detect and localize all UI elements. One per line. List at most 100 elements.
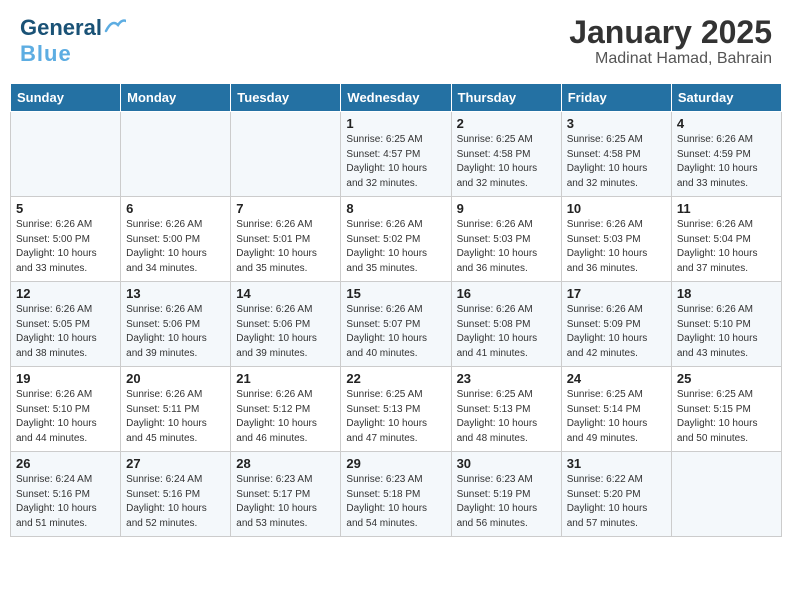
weekday-header-thursday: Thursday <box>451 84 561 112</box>
day-info: Sunrise: 6:26 AM Sunset: 5:06 PM Dayligh… <box>126 303 225 361</box>
calendar-cell: 21 Sunrise: 6:26 AM Sunset: 5:12 PM Dayli… <box>231 367 341 452</box>
day-number: 6 <box>126 201 225 216</box>
calendar-cell <box>121 112 231 197</box>
weekday-header-monday: Monday <box>121 84 231 112</box>
calendar-cell <box>671 452 781 537</box>
calendar-cell <box>231 112 341 197</box>
calendar-cell: 16Sunrise: 6:26 AM Sunset: 5:08 PM Dayli… <box>451 282 561 367</box>
calendar-week-row: 19Sunrise: 6:26 AM Sunset: 5:10 PM Dayli… <box>11 367 782 452</box>
calendar-week-row: 26 Sunrise: 6:24 AM Sunset: 5:16 PM Dayli… <box>11 452 782 537</box>
day-info: Sunrise: 6:26 AM Sunset: 5:03 PM Dayligh… <box>457 218 556 276</box>
calendar-cell: 11 Sunrise: 6:26 AM Sunset: 5:04 PM Dayli… <box>671 197 781 282</box>
calendar-cell: 27 Sunrise: 6:24 AM Sunset: 5:16 PM Dayli… <box>121 452 231 537</box>
calendar-cell: 28 Sunrise: 6:23 AM Sunset: 5:17 PM Dayli… <box>231 452 341 537</box>
day-number: 4 <box>677 116 776 131</box>
day-info: Sunrise: 6:25 AM Sunset: 5:15 PM Dayligh… <box>677 388 776 446</box>
day-info: Sunrise: 6:26 AM Sunset: 5:04 PM Dayligh… <box>677 218 776 276</box>
calendar-cell: 13Sunrise: 6:26 AM Sunset: 5:06 PM Dayli… <box>121 282 231 367</box>
weekday-header-tuesday: Tuesday <box>231 84 341 112</box>
day-number: 24 <box>567 371 666 386</box>
calendar-cell: 9 Sunrise: 6:26 AM Sunset: 5:03 PM Daylig… <box>451 197 561 282</box>
calendar-cell: 5 Sunrise: 6:26 AM Sunset: 5:00 PM Daylig… <box>11 197 121 282</box>
day-number: 8 <box>346 201 445 216</box>
calendar-cell: 3Sunrise: 6:25 AM Sunset: 4:58 PM Daylig… <box>561 112 671 197</box>
day-number: 18 <box>677 286 776 301</box>
calendar-cell: 8 Sunrise: 6:26 AM Sunset: 5:02 PM Daylig… <box>341 197 451 282</box>
day-info: Sunrise: 6:26 AM Sunset: 5:10 PM Dayligh… <box>16 388 115 446</box>
day-info: Sunrise: 6:26 AM Sunset: 5:05 PM Dayligh… <box>16 303 115 361</box>
logo: General Blue <box>20 15 126 67</box>
day-info: Sunrise: 6:23 AM Sunset: 5:19 PM Dayligh… <box>457 473 556 531</box>
day-info: Sunrise: 6:26 AM Sunset: 5:08 PM Dayligh… <box>457 303 556 361</box>
day-number: 21 <box>236 371 335 386</box>
day-info: Sunrise: 6:26 AM Sunset: 5:10 PM Dayligh… <box>677 303 776 361</box>
calendar-title-block: January 2025 Madinat Hamad, Bahrain <box>569 15 772 68</box>
day-info: Sunrise: 6:26 AM Sunset: 5:12 PM Dayligh… <box>236 388 335 446</box>
calendar-week-row: 1 Sunrise: 6:25 AM Sunset: 4:57 PM Daylig… <box>11 112 782 197</box>
calendar-cell: 2Sunrise: 6:25 AM Sunset: 4:58 PM Daylig… <box>451 112 561 197</box>
calendar-cell: 19Sunrise: 6:26 AM Sunset: 5:10 PM Dayli… <box>11 367 121 452</box>
logo-blue: Blue <box>20 41 72 66</box>
day-number: 9 <box>457 201 556 216</box>
day-info: Sunrise: 6:26 AM Sunset: 5:02 PM Dayligh… <box>346 218 445 276</box>
day-info: Sunrise: 6:23 AM Sunset: 5:18 PM Dayligh… <box>346 473 445 531</box>
weekday-header-sunday: Sunday <box>11 84 121 112</box>
calendar-cell: 10 Sunrise: 6:26 AM Sunset: 5:03 PM Dayli… <box>561 197 671 282</box>
day-info: Sunrise: 6:25 AM Sunset: 5:13 PM Dayligh… <box>457 388 556 446</box>
day-info: Sunrise: 6:25 AM Sunset: 4:57 PM Dayligh… <box>346 133 445 191</box>
calendar-week-row: 12 Sunrise: 6:26 AM Sunset: 5:05 PM Dayli… <box>11 282 782 367</box>
calendar-cell: 22 Sunrise: 6:25 AM Sunset: 5:13 PM Dayli… <box>341 367 451 452</box>
day-info: Sunrise: 6:26 AM Sunset: 5:11 PM Dayligh… <box>126 388 225 446</box>
day-number: 30 <box>457 456 556 471</box>
day-info: Sunrise: 6:23 AM Sunset: 5:17 PM Dayligh… <box>236 473 335 531</box>
calendar-header-row: SundayMondayTuesdayWednesdayThursdayFrid… <box>11 84 782 112</box>
day-number: 17 <box>567 286 666 301</box>
day-info: Sunrise: 6:25 AM Sunset: 5:13 PM Dayligh… <box>346 388 445 446</box>
day-info: Sunrise: 6:26 AM Sunset: 5:07 PM Dayligh… <box>346 303 445 361</box>
day-info: Sunrise: 6:26 AM Sunset: 5:03 PM Dayligh… <box>567 218 666 276</box>
location-title: Madinat Hamad, Bahrain <box>569 50 772 68</box>
day-number: 1 <box>346 116 445 131</box>
calendar-cell: 23Sunrise: 6:25 AM Sunset: 5:13 PM Dayli… <box>451 367 561 452</box>
day-info: Sunrise: 6:24 AM Sunset: 5:16 PM Dayligh… <box>126 473 225 531</box>
calendar-cell: 18 Sunrise: 6:26 AM Sunset: 5:10 PM Dayli… <box>671 282 781 367</box>
weekday-header-saturday: Saturday <box>671 84 781 112</box>
day-number: 5 <box>16 201 115 216</box>
day-number: 28 <box>236 456 335 471</box>
day-info: Sunrise: 6:26 AM Sunset: 5:00 PM Dayligh… <box>16 218 115 276</box>
day-number: 12 <box>16 286 115 301</box>
day-info: Sunrise: 6:26 AM Sunset: 5:06 PM Dayligh… <box>236 303 335 361</box>
logo-bird-icon <box>104 17 126 35</box>
calendar-cell: 20 Sunrise: 6:26 AM Sunset: 5:11 PM Dayli… <box>121 367 231 452</box>
day-number: 26 <box>16 456 115 471</box>
weekday-header-friday: Friday <box>561 84 671 112</box>
day-number: 22 <box>346 371 445 386</box>
calendar-cell: 31 Sunrise: 6:22 AM Sunset: 5:20 PM Dayli… <box>561 452 671 537</box>
weekday-header-wednesday: Wednesday <box>341 84 451 112</box>
day-number: 11 <box>677 201 776 216</box>
day-info: Sunrise: 6:22 AM Sunset: 5:20 PM Dayligh… <box>567 473 666 531</box>
calendar-cell <box>11 112 121 197</box>
calendar-cell: 1 Sunrise: 6:25 AM Sunset: 4:57 PM Daylig… <box>341 112 451 197</box>
day-info: Sunrise: 6:25 AM Sunset: 4:58 PM Dayligh… <box>567 133 666 191</box>
logo-general: General <box>20 15 102 41</box>
calendar-cell: 25 Sunrise: 6:25 AM Sunset: 5:15 PM Dayli… <box>671 367 781 452</box>
day-number: 29 <box>346 456 445 471</box>
day-number: 10 <box>567 201 666 216</box>
calendar-cell: 30 Sunrise: 6:23 AM Sunset: 5:19 PM Dayli… <box>451 452 561 537</box>
day-info: Sunrise: 6:24 AM Sunset: 5:16 PM Dayligh… <box>16 473 115 531</box>
day-number: 25 <box>677 371 776 386</box>
calendar-cell: 4Sunrise: 6:26 AM Sunset: 4:59 PM Daylig… <box>671 112 781 197</box>
day-number: 27 <box>126 456 225 471</box>
calendar-cell: 26 Sunrise: 6:24 AM Sunset: 5:16 PM Dayli… <box>11 452 121 537</box>
day-number: 2 <box>457 116 556 131</box>
day-info: Sunrise: 6:26 AM Sunset: 5:09 PM Dayligh… <box>567 303 666 361</box>
day-number: 31 <box>567 456 666 471</box>
day-number: 15 <box>346 286 445 301</box>
calendar-body: 1 Sunrise: 6:25 AM Sunset: 4:57 PM Daylig… <box>11 112 782 537</box>
day-number: 20 <box>126 371 225 386</box>
calendar-cell: 7Sunrise: 6:26 AM Sunset: 5:01 PM Daylig… <box>231 197 341 282</box>
calendar-cell: 24Sunrise: 6:25 AM Sunset: 5:14 PM Dayli… <box>561 367 671 452</box>
calendar-table: SundayMondayTuesdayWednesdayThursdayFrid… <box>10 83 782 537</box>
day-info: Sunrise: 6:26 AM Sunset: 5:00 PM Dayligh… <box>126 218 225 276</box>
